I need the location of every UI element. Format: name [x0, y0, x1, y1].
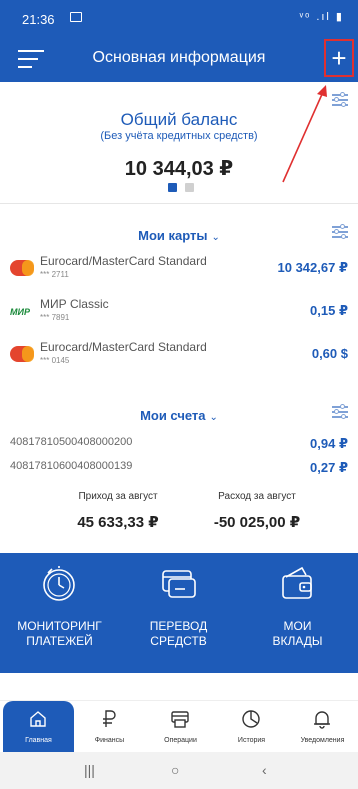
account-row[interactable]: 40817810500408000200 0,94 ₽ [0, 436, 358, 456]
tile-label-line: СРЕДСТВ [150, 634, 207, 648]
card-name: Eurocard/MasterCard Standard [40, 340, 207, 354]
account-number: 40817810600408000139 [10, 460, 133, 472]
account-amount: 0,94 ₽ [310, 436, 348, 451]
nav-label: Операции [164, 737, 197, 744]
tile-payment-monitoring[interactable]: МОНИТОРИНГ ПЛАТЕЖЕЙ [0, 553, 119, 673]
card-name: МИР Classic [40, 297, 109, 311]
account-number: 40817810500408000200 [10, 436, 133, 448]
back-button[interactable]: ‹ [262, 762, 267, 778]
tile-label: МОИ ВКЛАДЫ [238, 619, 357, 649]
expense-value: -50 025,00 ₽ [213, 514, 301, 531]
home-icon [30, 711, 46, 727]
account-amount: 0,27 ₽ [310, 460, 348, 475]
tile-label-line: ПЛАТЕЖЕЙ [26, 634, 93, 648]
card-number: *** 2711 [40, 270, 69, 279]
printer-icon [171, 711, 189, 728]
home-button[interactable]: ○ [171, 762, 179, 778]
nav-item-notifications[interactable]: Уведомления [287, 701, 358, 753]
tile-label-line: ПЕРЕВОД [149, 619, 208, 633]
income-value: 45 633,33 ₽ [77, 514, 159, 531]
nav-label: История [237, 737, 266, 744]
mastercard-icon [10, 260, 34, 276]
bottom-nav: Главная Финансы Операции История Уведомл… [0, 700, 358, 753]
nav-item-operations[interactable]: Операции [145, 701, 216, 753]
tile-deposits[interactable]: МОИ ВКЛАДЫ [238, 553, 357, 673]
tile-transfer[interactable]: ПЕРЕВОД СРЕДСТВ [119, 553, 238, 673]
card-name: Eurocard/MasterCard Standard [40, 254, 207, 268]
divider [0, 203, 358, 204]
card-number: *** 0145 [40, 356, 70, 365]
quick-actions-panel: МОНИТОРИНГ ПЛАТЕЖЕЙ ПЕРЕВОД СРЕДСТВ МОИ … [0, 553, 358, 673]
card-number: *** 7891 [40, 313, 70, 322]
filter-cards-icon[interactable] [332, 223, 348, 239]
card-amount: 0,15 ₽ [310, 303, 348, 318]
account-row[interactable]: 40817810600408000139 0,27 ₽ [0, 460, 358, 480]
tile-label-line: ВКЛАДЫ [272, 634, 323, 648]
expense-label: Расход за август [218, 491, 296, 502]
card-amount: 0,60 $ [311, 346, 348, 361]
accounts-title-label: Мои счета [140, 408, 206, 423]
bell-icon [314, 711, 330, 729]
system-nav-bar: ||| ○ ‹ [0, 752, 358, 789]
tile-label: ПЕРЕВОД СРЕДСТВ [119, 619, 238, 649]
recents-button[interactable]: ||| [84, 762, 95, 778]
card-row[interactable]: Eurocard/MasterCard Standard *** 0145 0,… [0, 340, 358, 376]
card-transfer-icon [162, 570, 196, 598]
card-row[interactable]: МИР МИР Classic *** 7891 0,15 ₽ [0, 297, 358, 333]
mir-icon: МИР [10, 307, 30, 317]
nav-item-history[interactable]: История [216, 701, 287, 753]
mastercard-icon [10, 346, 34, 362]
wallet-icon [282, 566, 312, 599]
card-row[interactable]: Eurocard/MasterCard Standard *** 2711 10… [0, 254, 358, 290]
chevron-down-icon: ⌄ [211, 232, 220, 243]
income-label: Приход за август [78, 491, 158, 502]
ruble-icon [103, 710, 116, 727]
cards-section-title[interactable]: Мои карты ⌄ [0, 228, 358, 243]
card-amount: 10 342,67 ₽ [277, 260, 349, 275]
accounts-section-title[interactable]: Мои счета ⌄ [0, 408, 358, 423]
tile-label: МОНИТОРИНГ ПЛАТЕЖЕЙ [0, 619, 119, 649]
tile-label-line: МОИ [283, 619, 312, 633]
chevron-down-icon: ⌄ [209, 412, 218, 423]
nav-label: Финансы [94, 737, 125, 744]
nav-label: Уведомления [300, 737, 345, 744]
cards-title-label: Мои карты [138, 228, 208, 243]
nav-item-finance[interactable]: Финансы [74, 701, 145, 753]
nav-item-home[interactable]: Главная [3, 701, 74, 753]
nav-label: Главная [25, 737, 52, 744]
timer-icon [43, 566, 75, 601]
history-icon [242, 710, 260, 728]
filter-accounts-icon[interactable] [332, 403, 348, 419]
tile-label-line: МОНИТОРИНГ [17, 619, 102, 633]
